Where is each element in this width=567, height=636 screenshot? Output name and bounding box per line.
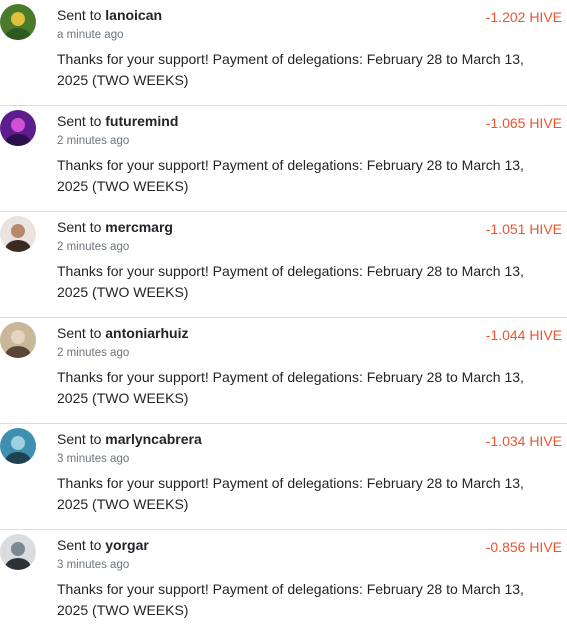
recipient-username-link[interactable]: mercmarg <box>105 219 173 235</box>
transfer-amount: -1.202 HIVE <box>485 9 562 25</box>
transfer-timestamp: 2 minutes ago <box>57 241 130 253</box>
transfer-history-list: Sent to lanoican a minute ago -1.202 HIV… <box>0 0 567 623</box>
transfer-timestamp: 3 minutes ago <box>57 559 130 571</box>
transfer-memo: Thanks for your support! Payment of dele… <box>57 581 524 618</box>
transfer-amount: -1.034 HIVE <box>485 433 562 449</box>
avatar-image <box>0 216 36 252</box>
recipient-username-link[interactable]: antoniarhuiz <box>105 325 188 341</box>
sent-to-prefix: Sent to <box>57 7 102 23</box>
transfer-amount: -0.856 HIVE <box>485 539 562 555</box>
recipient-username-link[interactable]: yorgar <box>105 537 149 553</box>
transfer-timestamp: a minute ago <box>57 29 124 41</box>
sent-to-line: Sent to lanoican <box>57 6 162 24</box>
transfer-row: Sent to marlyncabrera 3 minutes ago -1.0… <box>0 424 567 530</box>
sent-to-line: Sent to antoniarhuiz <box>57 324 189 342</box>
recipient-username-link[interactable]: futuremind <box>105 113 178 129</box>
transfer-row: Sent to mercmarg 2 minutes ago -1.051 HI… <box>0 212 567 318</box>
sent-to-prefix: Sent to <box>57 219 102 235</box>
sent-to-prefix: Sent to <box>57 325 102 341</box>
avatar-image <box>0 428 36 464</box>
transfer-memo: Thanks for your support! Payment of dele… <box>57 475 524 512</box>
transfer-row: Sent to yorgar 3 minutes ago -0.856 HIVE… <box>0 530 567 636</box>
recipient-avatar[interactable] <box>0 4 36 40</box>
transfer-timestamp: 2 minutes ago <box>57 135 130 147</box>
transfer-row: Sent to lanoican a minute ago -1.202 HIV… <box>0 0 567 106</box>
sent-to-prefix: Sent to <box>57 113 102 129</box>
recipient-avatar[interactable] <box>0 428 36 464</box>
avatar-image <box>0 322 36 358</box>
transfer-timestamp: 2 minutes ago <box>57 347 130 359</box>
transfer-row: Sent to futuremind 2 minutes ago -1.065 … <box>0 106 567 212</box>
recipient-username-link[interactable]: marlyncabrera <box>105 431 202 447</box>
transfer-amount: -1.044 HIVE <box>485 327 562 343</box>
sent-to-prefix: Sent to <box>57 537 102 553</box>
avatar-image <box>0 534 36 570</box>
sent-to-prefix: Sent to <box>57 431 102 447</box>
transfer-amount: -1.065 HIVE <box>485 115 562 131</box>
recipient-avatar[interactable] <box>0 534 36 570</box>
transfer-memo: Thanks for your support! Payment of dele… <box>57 263 524 300</box>
transfer-memo: Thanks for your support! Payment of dele… <box>57 51 524 88</box>
avatar-image <box>0 4 36 40</box>
transfer-row: Sent to antoniarhuiz 2 minutes ago -1.04… <box>0 318 567 424</box>
avatar-image <box>0 110 36 146</box>
sent-to-line: Sent to futuremind <box>57 112 178 130</box>
sent-to-line: Sent to mercmarg <box>57 218 173 236</box>
sent-to-line: Sent to marlyncabrera <box>57 430 202 448</box>
recipient-username-link[interactable]: lanoican <box>105 7 162 23</box>
sent-to-line: Sent to yorgar <box>57 536 149 554</box>
transfer-amount: -1.051 HIVE <box>485 221 562 237</box>
recipient-avatar[interactable] <box>0 322 36 358</box>
transfer-memo: Thanks for your support! Payment of dele… <box>57 369 524 406</box>
recipient-avatar[interactable] <box>0 216 36 252</box>
transfer-memo: Thanks for your support! Payment of dele… <box>57 157 524 194</box>
transfer-timestamp: 3 minutes ago <box>57 453 130 465</box>
recipient-avatar[interactable] <box>0 110 36 146</box>
